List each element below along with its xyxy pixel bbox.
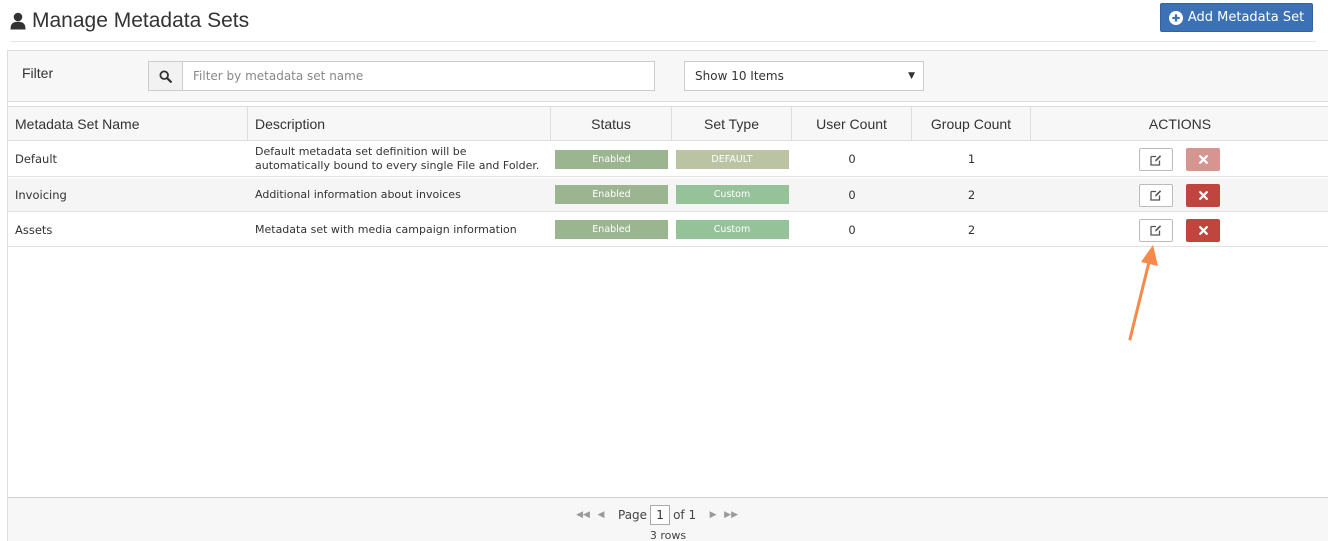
delete-button[interactable] xyxy=(1186,218,1220,242)
plus-circle-icon xyxy=(1168,10,1183,25)
page-number-input[interactable] xyxy=(650,505,671,525)
column-header-group-count[interactable]: Group Count xyxy=(912,107,1031,140)
row-user-count: 0 xyxy=(848,222,856,237)
title-divider xyxy=(10,41,1316,42)
table-footer: ◀◀ ◀ Page of 1 ▶ ▶▶ 3 rows xyxy=(8,497,1328,541)
edit-button[interactable] xyxy=(1139,218,1173,242)
status-badge: Enabled xyxy=(555,185,668,204)
row-description-line: Default metadata set definition will be xyxy=(255,145,467,158)
table-row[interactable]: Default Default metadata set definition … xyxy=(8,142,1328,177)
row-status-cell: Enabled xyxy=(551,142,672,176)
delete-button[interactable] xyxy=(1186,148,1220,171)
edit-icon xyxy=(1150,190,1162,201)
row-user-count: 0 xyxy=(848,187,856,202)
row-group-count: 2 xyxy=(967,187,976,202)
page-size-value: Show 10 Items xyxy=(695,69,784,83)
table-row[interactable]: Invoicing Additional information about i… xyxy=(8,178,1328,212)
edit-button[interactable] xyxy=(1139,183,1173,207)
row-description: Metadata set with media campaign informa… xyxy=(255,222,517,236)
row-status-cell: Enabled xyxy=(551,178,672,211)
filter-search-input[interactable] xyxy=(182,61,655,91)
page-label: Page xyxy=(618,508,648,522)
set-type-badge: Custom xyxy=(675,185,789,204)
close-icon xyxy=(1198,155,1208,164)
column-header-set-type[interactable]: Set Type xyxy=(672,107,792,140)
row-name: Default xyxy=(15,152,58,166)
pager: ◀◀ ◀ Page of 1 ▶ ▶▶ xyxy=(574,504,740,526)
table-header: Metadata Set Name Description Status Set… xyxy=(8,106,1328,141)
row-count: 3 rows xyxy=(649,529,687,541)
page-title-text: Manage Metadata Sets xyxy=(32,9,250,32)
row-status-cell: Enabled xyxy=(551,213,672,246)
row-user-count: 0 xyxy=(848,152,856,166)
last-page-icon[interactable]: ▶▶ xyxy=(722,510,740,520)
row-group-count: 2 xyxy=(967,222,976,237)
column-header-actions: ACTIONS xyxy=(1148,115,1212,132)
row-type-cell: Custom xyxy=(672,178,792,211)
row-type-cell: Custom xyxy=(672,213,792,246)
search-addon xyxy=(148,61,183,91)
row-description: Default metadata set definition will be … xyxy=(248,142,558,176)
column-header-user-count[interactable]: User Count xyxy=(792,107,912,140)
row-type-cell: DEFAULT xyxy=(672,142,792,176)
row-group-count: 1 xyxy=(967,152,976,166)
add-metadata-set-button[interactable]: Add Metadata Set xyxy=(1160,3,1313,32)
edit-icon xyxy=(1150,154,1162,166)
row-name: Invoicing xyxy=(15,187,67,202)
close-icon xyxy=(1198,190,1208,200)
edit-icon xyxy=(1150,225,1162,236)
metadata-sets-panel: Filter Show 10 Items ▼ Metadata Set Name… xyxy=(7,50,1328,541)
page-size-select[interactable]: Show 10 Items ▼ xyxy=(684,61,924,91)
status-badge: Enabled xyxy=(555,220,668,239)
column-header-name[interactable]: Metadata Set Name xyxy=(8,107,248,140)
set-type-badge: DEFAULT xyxy=(675,149,789,169)
add-metadata-set-label: Add Metadata Set xyxy=(1187,10,1305,25)
column-header-status[interactable]: Status xyxy=(551,107,672,140)
status-badge: Enabled xyxy=(555,149,668,169)
row-description-line: automatically bound to every single File… xyxy=(255,159,540,172)
next-page-icon[interactable]: ▶ xyxy=(704,510,722,520)
table-row[interactable]: Assets Metadata set with media campaign … xyxy=(8,213,1328,247)
prev-page-icon[interactable]: ◀ xyxy=(592,510,610,520)
page-title: Manage Metadata Sets xyxy=(10,6,249,36)
set-type-badge: Custom xyxy=(675,220,789,239)
search-icon xyxy=(159,69,172,83)
filter-bar: Filter Show 10 Items ▼ xyxy=(8,51,1328,102)
page-of-label: of 1 xyxy=(673,508,697,522)
dropdown-caret-icon: ▼ xyxy=(908,71,915,81)
user-icon xyxy=(10,12,26,30)
edit-button[interactable] xyxy=(1139,148,1173,171)
delete-button[interactable] xyxy=(1186,183,1220,207)
first-page-icon[interactable]: ◀◀ xyxy=(574,510,592,520)
close-icon xyxy=(1198,225,1208,235)
row-description: Additional information about invoices xyxy=(255,187,461,201)
column-header-description[interactable]: Description xyxy=(248,107,551,140)
filter-label: Filter xyxy=(22,65,54,81)
row-name: Assets xyxy=(15,222,53,237)
